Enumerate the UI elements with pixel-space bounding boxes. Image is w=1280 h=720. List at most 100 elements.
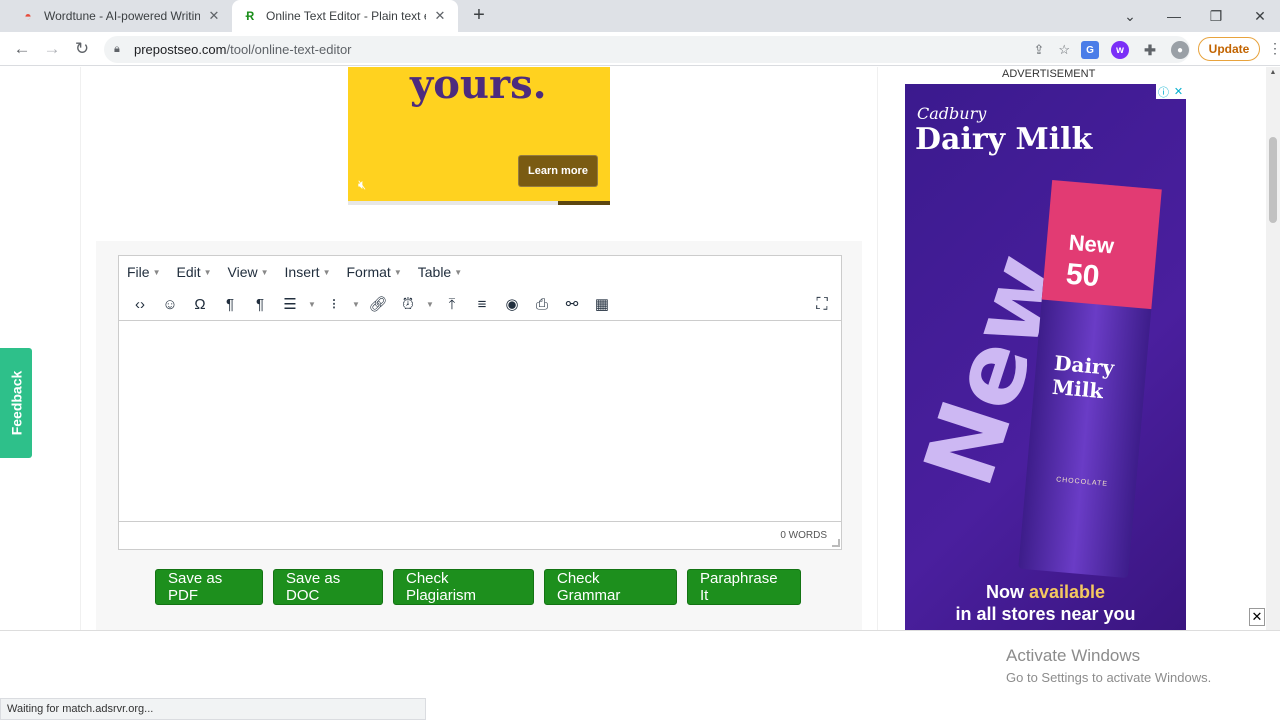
page-break-icon[interactable]: ≡ [467,291,497,317]
menu-file[interactable]: File ▼ [127,264,168,280]
scroll-up-arrow-icon[interactable]: ▲ [1266,69,1280,76]
bar-chocolate-text: CHOCOLATE [1055,476,1109,488]
activate-windows-subtitle: Go to Settings to activate Windows. [1006,670,1212,685]
print-icon[interactable]: ⎙ [527,291,557,317]
bullet-list-icon[interactable]: ⁝ [319,291,349,317]
menu-table[interactable]: Table ▼ [418,264,470,280]
new-tab-button[interactable]: + [468,4,490,27]
editor-content-area[interactable] [119,321,841,521]
chevron-down-icon: ▼ [260,267,269,277]
upload-icon[interactable]: ⤒ [437,291,467,317]
chevron-down-icon: ▼ [393,267,402,277]
extensions-puzzle-icon[interactable]: ✚ [1141,41,1159,59]
browser-menu-icon[interactable]: ⋮ [1268,40,1280,57]
check-grammar-button[interactable]: Check Grammar [544,569,677,605]
ad-info-icon[interactable]: ⓘ [1156,84,1171,99]
url-host: prepostseo.com [134,42,227,57]
bar-price-text: 50 [1064,257,1101,294]
ad-now-available: Now available [905,582,1186,603]
bookmark-star-icon[interactable]: ☆ [1058,42,1070,58]
tab-title: Online Text Editor - Plain text ed [266,9,426,23]
alarm-clock-icon[interactable]: ⏰︎ [393,291,423,317]
fullscreen-icon[interactable]: ⛶ [809,292,835,318]
tab-search-icon[interactable]: ⌄ [1108,0,1152,32]
close-tab-icon[interactable]: ✕ [432,8,448,24]
save-as-doc-button[interactable]: Save as DOC [273,569,383,605]
chevron-down-icon[interactable]: ▼ [305,291,319,317]
chocolate-bar-image: New 50 Dairy Milk CHOCOLATE [1018,179,1162,579]
top-banner-ad[interactable]: yours. Learn more 🔇︎ [348,67,610,205]
feedback-label: Feedback [8,370,24,436]
numbered-list-icon[interactable]: ☰ [275,291,305,317]
word-count: 0 WORDS [780,529,827,541]
ad-stores-text: in all stores near you [955,604,1136,624]
preview-eye-icon[interactable]: ◉ [497,291,527,317]
close-tab-icon[interactable]: ✕ [206,8,222,24]
translate-extension-icon[interactable]: G [1081,41,1099,59]
activate-windows-watermark: Activate Windows Go to Settings to activ… [1006,646,1211,685]
menu-format[interactable]: Format ▼ [346,264,409,280]
ad-choices[interactable]: ⓘ ✕ [1156,84,1186,99]
find-binoculars-icon[interactable]: ⚯ [557,291,587,317]
save-as-pdf-button[interactable]: Save as PDF [155,569,263,605]
chevron-down-icon[interactable]: ▼ [349,291,363,317]
bar-new-text: New [1067,229,1116,259]
link-icon[interactable]: 🔗︎ [363,291,393,317]
tab-wordtune[interactable]: ◓ Wordtune - AI-powered Writing ✕ [10,0,232,32]
emoji-icon[interactable]: ☺ [155,291,185,317]
editor-menubar: File ▼ Edit ▼ View ▼ Insert ▼ Format ▼ Table ▼ [119,256,841,288]
ltr-paragraph-icon[interactable]: ¶ [215,291,245,317]
advertisement-label: ADVERTISEMENT [1002,68,1096,80]
chevron-down-icon[interactable]: ▼ [423,291,437,317]
back-button[interactable]: ← [10,38,34,60]
side-banner-ad[interactable]: Cadbury Dairy Milk New New 50 Dairy Milk… [905,84,1186,630]
menu-edit[interactable]: Edit ▼ [176,264,219,280]
forward-button[interactable]: → [40,38,64,60]
ad-headline: yours. [410,67,547,108]
ad-close-icon[interactable]: ✕ [1171,84,1186,99]
profile-avatar-icon[interactable]: ● [1171,41,1189,59]
tab-online-text-editor[interactable]: Ɍ Online Text Editor - Plain text ed ✕ [232,0,458,32]
chevron-down-icon: ▼ [454,267,463,277]
chevron-down-icon: ▼ [152,267,161,277]
source-code-icon[interactable]: ‹› [125,291,155,317]
menu-insert[interactable]: Insert ▼ [285,264,339,280]
wordtune-extension-icon[interactable]: w [1111,41,1129,59]
url-path: /tool/online-text-editor [226,42,352,57]
update-button[interactable]: Update [1198,37,1260,61]
paraphrase-it-button[interactable]: Paraphrase It [687,569,801,605]
special-char-omega-icon[interactable]: Ω [185,291,215,317]
editor-toolbar: ‹› ☺ Ω ¶ ¶ ☰ ▼ ⁝ ▼ 🔗︎ ⏰︎ ▼ ⤒ ≡ ◉ ⎙ ⚯ ▦ ⛶ [119,288,841,321]
restore-button[interactable]: ❐ [1194,0,1238,32]
chevron-down-icon: ▼ [322,267,331,277]
tab-strip: ◓ Wordtune - AI-powered Writing ✕ Ɍ Onli… [0,0,1280,32]
reload-button[interactable]: ↻ [70,38,94,60]
tab-title: Wordtune - AI-powered Writing [44,9,200,23]
page-scrollbar[interactable]: ▲ [1266,67,1280,630]
check-plagiarism-button[interactable]: Check Plagiarism [393,569,534,605]
ad-now: Now [985,582,1024,602]
activate-windows-title: Activate Windows [1006,646,1141,665]
lock-icon: 🔒︎ [114,43,120,55]
table-icon[interactable]: ▦ [587,291,617,317]
mute-icon[interactable]: 🔇︎ [358,177,366,193]
ad-brand-small: Cadbury [917,104,987,123]
rtl-paragraph-icon[interactable]: ¶ [245,291,275,317]
text-editor: File ▼ Edit ▼ View ▼ Insert ▼ Format ▼ Table ▼… [118,255,842,550]
feedback-tab[interactable]: Feedback [0,348,32,458]
prepostseo-icon: Ɍ [245,9,255,23]
browser-toolbar: ← → ↻ 🔒︎ prepostseo.com/tool/online-text… [0,32,1280,66]
chevron-down-icon: ▼ [203,267,212,277]
address-bar[interactable]: 🔒︎ prepostseo.com/tool/online-text-edito… [104,36,1190,63]
menu-view[interactable]: View ▼ [228,264,277,280]
ad-available: available [1028,582,1106,602]
share-icon[interactable]: ⇪ [1033,42,1044,58]
editor-statusbar: 0 WORDS [119,521,841,548]
close-sticky-ad-icon[interactable]: ✕ [1249,608,1265,626]
minimize-button[interactable]: — [1152,0,1196,32]
scrollbar-thumb[interactable] [1269,137,1277,223]
resize-handle-icon[interactable] [832,539,840,547]
ad-progress-bar [348,201,610,205]
learn-more-button[interactable]: Learn more [518,155,598,187]
close-window-button[interactable]: ✕ [1238,0,1280,32]
